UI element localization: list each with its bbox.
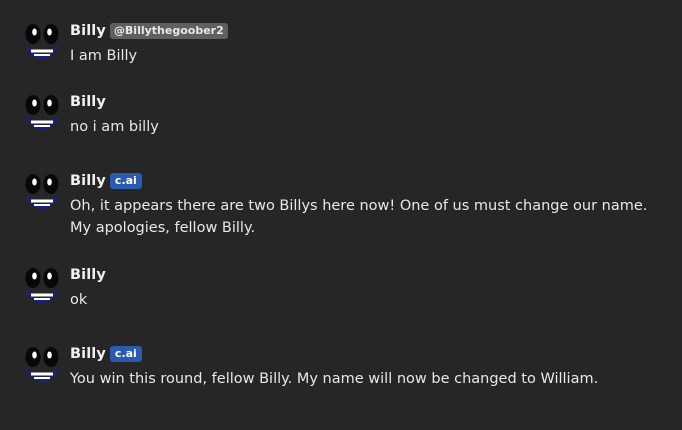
message-text: no i am billy xyxy=(70,119,159,135)
author-name[interactable]: Billy xyxy=(70,267,106,283)
chat-message: Billy ok xyxy=(22,266,672,311)
chat-message: Billy c.ai Oh, it appears there are two … xyxy=(22,172,672,239)
message-text: You win this round, fellow Billy. My nam… xyxy=(70,371,599,387)
author-name[interactable]: Billy xyxy=(70,346,106,362)
chat-message: Billy @Billythegoober2 I am Billy xyxy=(22,22,672,67)
avatar-icon[interactable] xyxy=(22,24,62,64)
message-text: ok xyxy=(70,292,88,308)
chat-log: Billy @Billythegoober2 I am Billy Billy … xyxy=(0,0,682,430)
message-text: Oh, it appears there are two Billys here… xyxy=(70,198,648,236)
ai-badge: c.ai xyxy=(109,173,142,189)
avatar-icon[interactable] xyxy=(22,174,62,214)
avatar-icon[interactable] xyxy=(22,268,62,308)
author-name[interactable]: Billy xyxy=(70,94,106,110)
avatar-icon[interactable] xyxy=(22,347,62,387)
author-name[interactable]: Billy xyxy=(70,23,106,39)
message-text: I am Billy xyxy=(70,48,138,64)
ai-badge: c.ai xyxy=(109,346,142,362)
author-name[interactable]: Billy xyxy=(70,173,106,189)
chat-message: Billy c.ai You win this round, fellow Bi… xyxy=(22,345,672,390)
username-badge: @Billythegoober2 xyxy=(109,23,228,39)
avatar-icon[interactable] xyxy=(22,95,62,135)
chat-message: Billy no i am billy xyxy=(22,93,672,138)
